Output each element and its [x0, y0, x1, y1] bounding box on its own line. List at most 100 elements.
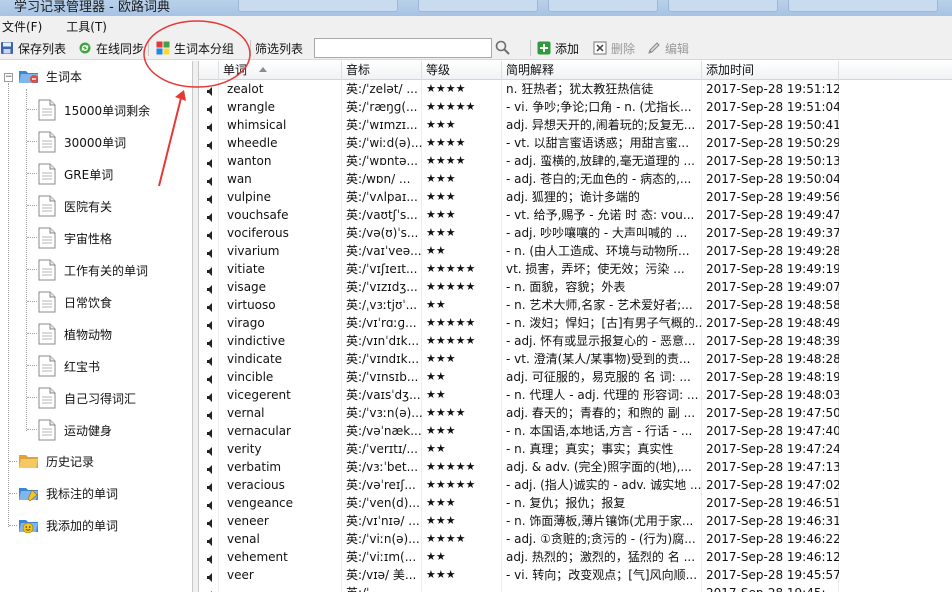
speaker-icon[interactable]	[207, 553, 216, 564]
table-row[interactable]: vernacular 英:/vəˈnæk... ★★★ - n. 本国语,本地话,方言…	[199, 422, 952, 440]
table-row[interactable]: 英:/ˈ... - ... 2017-Sep-28 19:45:...	[199, 584, 952, 592]
table-row[interactable]: vociferous 英:/və(ʊ)ˈs... ★★★ - adj. 吵吵嚷嚷的 -…	[199, 224, 952, 242]
table-row[interactable]: wrangle 英:/ˈræŋɡ(... ★★★★★ - vi. 争吵;争论;口角 -…	[199, 98, 952, 116]
speaker-icon[interactable]	[207, 445, 216, 456]
cell-word	[227, 584, 340, 592]
speaker-icon[interactable]	[207, 463, 216, 474]
tree-node-child[interactable]: GRE单词	[38, 163, 113, 185]
table-row[interactable]: wan 英:/wɒn/ ... ★★★ - adj. 苍白的;无血色的 - 病态的,.…	[199, 170, 952, 188]
speaker-icon[interactable]	[207, 283, 216, 294]
speaker-icon[interactable]	[207, 265, 216, 276]
cell-level: ★★★	[426, 190, 456, 203]
tree-node-child[interactable]: 宇宙性格	[38, 227, 112, 249]
table-row[interactable]: vernal 英:/ˈvɜːn(ə)... ★★★★ adj. 春天的；青春的；和煦的…	[199, 404, 952, 422]
tree-node-child[interactable]: 运动健身	[38, 419, 112, 441]
cell-level: ★★	[426, 388, 446, 401]
speaker-icon[interactable]	[207, 337, 216, 348]
tree-node-child[interactable]: 日常饮食	[38, 291, 112, 313]
speaker-icon[interactable]	[207, 373, 216, 384]
speaker-icon[interactable]	[207, 211, 216, 222]
delete-button[interactable]: 删除	[593, 39, 635, 57]
table-row[interactable]: venal 英:/ˈviːn(ə)... ★★★★ - adj. ①贪赃的;贪污的 -…	[199, 530, 952, 548]
table-row[interactable]: visage 英:/ˈvɪzɪdʒ... ★★★★★ - n. 面貌，容貌；外表 201…	[199, 278, 952, 296]
speaker-icon[interactable]	[207, 391, 216, 402]
speaker-icon[interactable]	[207, 193, 216, 204]
column-header-added[interactable]: 添加时间	[702, 61, 839, 80]
speaker-icon[interactable]	[207, 85, 216, 96]
filter-input[interactable]	[314, 38, 492, 58]
tree-node-child[interactable]: 红宝书	[38, 355, 100, 377]
tree-node-history[interactable]: 历史记录	[18, 452, 94, 470]
speaker-icon[interactable]	[207, 103, 216, 114]
search-button[interactable]	[494, 39, 512, 57]
table-row[interactable]: vicegerent 英:/vaɪsˈdʒ... ★★ - n. 代理人 - adj.…	[199, 386, 952, 404]
tree-node-marked[interactable]: 我标注的单词	[18, 484, 118, 502]
table-row[interactable]: vincible 英:/ˈvɪnsɪb... ★★ adj. 可征服的，易克服的 名 …	[199, 368, 952, 386]
table-row[interactable]: verity 英:/ˈverɪtɪ/... ★★ - n. 真理；真实；事实；真实性 2…	[199, 440, 952, 458]
add-button[interactable]: 添加	[537, 39, 579, 57]
speaker-icon[interactable]	[207, 175, 216, 186]
column-header-definition[interactable]: 简明解释	[502, 61, 702, 80]
table-row[interactable]: whimsical 英:/ˈwɪmzɪ... ★★★ adj. 异想天开的,闹着玩的;…	[199, 116, 952, 134]
table-row[interactable]: wheedle 英:/ˈwiːd(ə)... ★★★★ - vt. 以甜言蜜语诱惑；用…	[199, 134, 952, 152]
table-row[interactable]: veracious 英:/vəˈreɪʃ... ★★★★★ - adj. (指人)诚实…	[199, 476, 952, 494]
speaker-icon[interactable]	[207, 229, 216, 240]
column-header-sound[interactable]	[199, 61, 219, 80]
table-row[interactable]: verbatim 英:/vɜːˈbet... ★★★★★ adj. & adv. (完…	[199, 458, 952, 476]
tree-node-child[interactable]: 医院有关	[38, 195, 112, 217]
table-row[interactable]: vulpine 英:/ˈvʌlpaɪ... ★★★ adj. 狐狸的；诡计多端的 201…	[199, 188, 952, 206]
word-groups-button[interactable]: 生词本分组	[156, 39, 234, 57]
tree-node-child[interactable]: 工作有关的单词	[38, 259, 148, 281]
grid-line	[341, 440, 342, 458]
speaker-icon[interactable]	[207, 139, 216, 150]
speaker-icon[interactable]	[207, 355, 216, 366]
tree-node-added[interactable]: 我添加的单词	[18, 516, 118, 534]
tree-node-child[interactable]: 植物动物	[38, 323, 112, 345]
grid-line	[341, 584, 342, 592]
table-row[interactable]: vouchsafe 英:/vaʊtʃˈs... ★★★ - vt. 给予,赐予 - 允…	[199, 206, 952, 224]
menu-file[interactable]: 文件(F)	[0, 18, 48, 35]
table-row[interactable]: vehement 英:/ˈviːɪm(... ★★ adj. 热烈的；激烈的，猛烈的 …	[199, 548, 952, 566]
table-row[interactable]: vivarium 英:/vaɪˈveə... ★★ - n. (由人工造成、环境与动物…	[199, 242, 952, 260]
table-row[interactable]: virtuoso 英:/ˌvɜːtjʊˈ... ★★ - n. 艺术大师,名家 - 艺…	[199, 296, 952, 314]
edit-button[interactable]: 编辑	[647, 39, 689, 57]
table-row[interactable]: veneer 英:/vɪˈnɪə/ ... ★★★ - n. 饰面薄板,薄片镶饰(尤用…	[199, 512, 952, 530]
table-row[interactable]: veer 英:/vɪə/ 美... ★★★ - vi. 转向；改变观点；[气]风向顺.…	[199, 566, 952, 584]
tree-expander-minus[interactable]: −	[4, 73, 13, 82]
speaker-icon[interactable]	[207, 535, 216, 546]
column-header-word[interactable]: 单词	[219, 61, 342, 80]
table-row[interactable]: vindicate 英:/ˈvɪndɪk... ★★★ - vt. 澄清(某人/某事物…	[199, 350, 952, 368]
tree-node-child[interactable]: 15000单词剩余	[38, 99, 150, 121]
tree-node-child[interactable]: 自己习得词汇	[38, 387, 136, 409]
column-header-level[interactable]: 等级	[422, 61, 502, 80]
cell-added: 2017-Sep-28 19:47:40	[706, 424, 839, 438]
table-row[interactable]: wanton 英:/ˈwɒntə... ★★★★ - adj. 蛮横的,放肆的,毫无道…	[199, 152, 952, 170]
speaker-icon[interactable]	[207, 157, 216, 168]
tree-node-child[interactable]: 30000单词	[38, 131, 126, 153]
tree-node-label: GRE单词	[64, 167, 114, 182]
speaker-icon[interactable]	[207, 409, 216, 420]
speaker-icon[interactable]	[207, 499, 216, 510]
column-header-phonetic[interactable]: 音标	[342, 61, 422, 80]
table-row[interactable]: virago 英:/vɪˈrɑːɡ... ★★★★★ - n. 泼妇；悍妇；[古]有男…	[199, 314, 952, 332]
table-row[interactable]: zealot 英:/ˈzelət/ ... ★★★★ n. 狂热者；犹太教狂热信徒 20…	[199, 80, 952, 98]
table-row[interactable]: vengeance 英:/ˈven(d)... ★★★ - n. 复仇；报仇；报复 20…	[199, 494, 952, 512]
speaker-icon[interactable]	[207, 247, 216, 258]
grid-line	[341, 260, 342, 278]
table-row[interactable]: vindictive 英:/vɪnˈdɪk... ★★★★★ - adj. 怀有或显示…	[199, 332, 952, 350]
menu-tools[interactable]: 工具(T)	[64, 18, 113, 35]
online-sync-button[interactable]: 在线同步	[78, 39, 144, 57]
speaker-icon[interactable]	[207, 301, 216, 312]
cell-word: vicegerent	[227, 388, 291, 402]
speaker-icon[interactable]	[207, 517, 216, 528]
table-row[interactable]: vitiate 英:/ˈvɪʃɪeɪt... ★★★★★ vt. 损害，弄坏；使无效；…	[199, 260, 952, 278]
speaker-icon[interactable]	[207, 571, 216, 582]
speaker-icon[interactable]	[207, 427, 216, 438]
speaker-icon[interactable]	[207, 319, 216, 330]
speaker-icon[interactable]	[207, 481, 216, 492]
save-list-button[interactable]: 保存列表	[0, 39, 66, 57]
tree-node-word-book[interactable]: 生词本	[18, 67, 82, 85]
cell-phonetic: 英:/ˈven(d)...	[346, 496, 420, 510]
edit-label: 编辑	[665, 41, 690, 56]
speaker-icon[interactable]	[207, 121, 216, 132]
